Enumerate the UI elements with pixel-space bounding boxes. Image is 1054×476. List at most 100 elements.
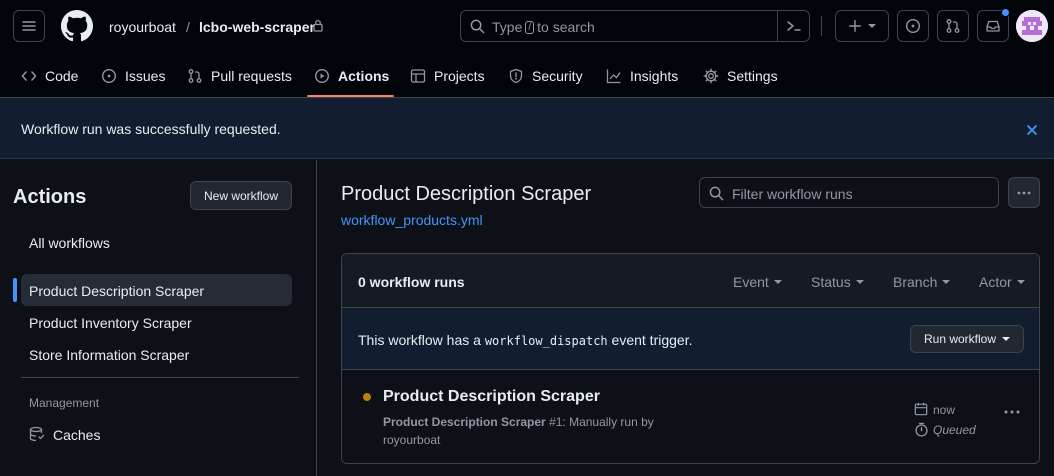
create-new-button[interactable]: [835, 10, 889, 42]
workflow-title: Product Description Scraper: [341, 183, 592, 205]
run-status: Queued: [933, 423, 976, 437]
github-logo-icon[interactable]: [61, 10, 93, 42]
chevron-down-icon: [1002, 337, 1011, 341]
shield-icon: [509, 68, 523, 84]
sidebar-item-store-information-scraper[interactable]: Store Information Scraper: [29, 347, 189, 363]
run-subtitle-workflow: Product Description Scraper: [383, 415, 546, 429]
hamburger-icon: [22, 21, 36, 31]
pull-request-icon: [946, 19, 960, 33]
lock-icon: [313, 19, 323, 32]
workflow-file-link[interactable]: workflow_products.yml: [341, 212, 483, 228]
repository-nav: Code Issues Pull requests Actions Projec…: [0, 54, 1054, 98]
tab-insights[interactable]: Insights: [606, 54, 678, 98]
terminal-icon: [787, 21, 801, 31]
search-icon: [709, 186, 724, 201]
avatar-identicon-icon: [1016, 10, 1048, 42]
branch-filter-dropdown[interactable]: Branch: [893, 274, 951, 290]
status-filter-label: Status: [811, 274, 851, 290]
tab-insights-label: Insights: [630, 68, 679, 84]
breadcrumb-owner[interactable]: royourboat: [109, 18, 176, 36]
new-workflow-button[interactable]: New workflow: [190, 181, 292, 210]
gear-icon: [703, 68, 719, 84]
tab-code-label: Code: [45, 68, 79, 84]
pull-requests-button[interactable]: [937, 10, 969, 42]
workflow-runs-box: 0 workflow runs Event Status Branch Acto…: [341, 253, 1040, 464]
sidebar-separator: [21, 377, 299, 378]
code-icon: [21, 71, 37, 81]
run-workflow-button[interactable]: Run workflow: [910, 325, 1024, 353]
tab-security[interactable]: Security: [508, 54, 583, 98]
search-icon: [470, 19, 485, 34]
runs-count: 0 workflow runs: [358, 274, 465, 290]
database-icon: [29, 426, 45, 442]
sidebar-divider: [316, 160, 317, 476]
chevron-down-icon: [855, 280, 864, 284]
dispatch-message: This workflow has a workflow_dispatch ev…: [358, 332, 692, 348]
tab-projects-label: Projects: [434, 68, 485, 84]
global-search-input[interactable]: Type / to search: [460, 10, 810, 42]
inbox-icon: [986, 20, 1000, 32]
status-filter-dropdown[interactable]: Status: [811, 274, 864, 290]
tab-actions[interactable]: Actions: [314, 54, 389, 98]
top-header: royourboat / lcbo-web-scraper Type / to …: [0, 0, 1054, 54]
pull-request-icon: [188, 69, 202, 83]
search-placeholder: Type / to search: [492, 19, 595, 35]
issue-icon: [101, 68, 117, 84]
command-palette-button[interactable]: [777, 10, 810, 42]
hamburger-menu-button[interactable]: [13, 10, 45, 42]
flash-message: Workflow run was successfully requested.: [21, 121, 281, 137]
workflow-dispatch-banner: This workflow has a workflow_dispatch ev…: [342, 308, 1039, 370]
workflow-run-row[interactable]: Product Description Scraper Product Desc…: [342, 370, 1039, 463]
tab-issues-label: Issues: [125, 68, 166, 84]
event-filter-dropdown[interactable]: Event: [733, 274, 782, 290]
tab-pull-requests[interactable]: Pull requests: [187, 54, 292, 98]
selected-tab-underline: [307, 95, 394, 97]
dispatch-prefix: This workflow has a: [358, 332, 481, 348]
actor-filter-dropdown[interactable]: Actor: [979, 274, 1025, 290]
sidebar-management-heading: Management: [29, 396, 100, 410]
tab-projects[interactable]: Projects: [410, 54, 485, 98]
breadcrumb-repo[interactable]: lcbo-web-scraper: [199, 18, 315, 36]
run-time: now: [933, 403, 956, 417]
dispatch-suffix: event trigger.: [611, 332, 693, 348]
notification-indicator: [1001, 8, 1010, 17]
avatar[interactable]: [1016, 10, 1048, 42]
sidebar-item-all-workflows[interactable]: All workflows: [29, 235, 110, 251]
header-divider: [821, 16, 822, 36]
table-icon: [410, 69, 426, 83]
breadcrumb-separator: /: [186, 19, 190, 35]
tab-settings-label: Settings: [727, 68, 778, 84]
run-workflow-label: Run workflow: [923, 332, 997, 346]
tab-settings[interactable]: Settings: [703, 54, 778, 98]
tab-issues[interactable]: Issues: [101, 54, 165, 98]
tab-actions-label: Actions: [338, 68, 390, 84]
sidebar-item-product-description-scraper[interactable]: Product Description Scraper: [29, 283, 204, 299]
filter-workflow-runs-input[interactable]: Filter workflow runs: [699, 177, 999, 208]
sidebar-item-product-inventory-scraper[interactable]: Product Inventory Scraper: [29, 315, 192, 331]
run-title[interactable]: Product Description Scraper: [383, 388, 600, 406]
run-subtitle: Product Description Scraper #1: Manually…: [383, 413, 683, 449]
dispatch-code: workflow_dispatch: [484, 334, 608, 348]
issues-button[interactable]: [897, 10, 929, 42]
chevron-down-icon: [1016, 280, 1025, 284]
tab-security-label: Security: [532, 68, 583, 84]
close-icon[interactable]: [1026, 124, 1038, 136]
chevron-down-icon: [773, 280, 782, 284]
actor-filter-label: Actor: [979, 274, 1012, 290]
graph-icon: [606, 69, 621, 84]
workflow-options-button[interactable]: [1008, 177, 1040, 208]
sidebar-selected-indicator: [13, 278, 17, 302]
stopwatch-icon: [915, 422, 928, 437]
tab-code[interactable]: Code: [21, 54, 78, 98]
queued-status-dot: [363, 393, 371, 401]
search-placeholder-prefix: Type: [492, 19, 523, 35]
search-shortcut-key: /: [525, 20, 535, 34]
kebab-horizontal-icon: [1017, 191, 1031, 194]
filter-placeholder: Filter workflow runs: [732, 186, 853, 202]
sidebar-item-caches[interactable]: Caches: [53, 427, 100, 443]
sidebar-title: Actions: [13, 186, 87, 208]
kebab-horizontal-icon[interactable]: [1002, 404, 1022, 420]
tab-pull-requests-label: Pull requests: [211, 68, 292, 84]
calendar-icon: [914, 402, 928, 416]
branch-filter-label: Branch: [893, 274, 938, 290]
